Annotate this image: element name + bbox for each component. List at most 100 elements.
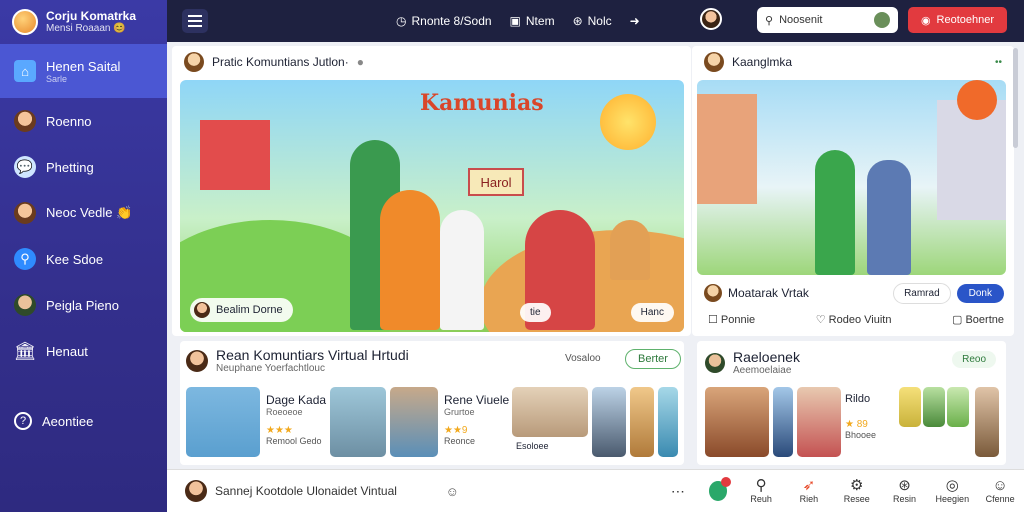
verified-icon: ●	[356, 55, 364, 69]
sidebar-item-label: Peigla Pieno	[46, 297, 119, 313]
community-panel: Rean Komuntiars Virtual Hrtudi Neuphane …	[180, 341, 684, 465]
globe-icon: ⊛	[572, 14, 583, 28]
right-community-subtitle: Aeemoelaiae	[733, 365, 792, 376]
member-photo[interactable]	[923, 387, 945, 427]
primary-button[interactable]: Donk	[956, 283, 1004, 303]
hero-chip[interactable]: tie	[520, 303, 551, 322]
sidebar-item-help[interactable]: ? Aeontiee	[0, 398, 167, 444]
user-avatar[interactable]	[700, 8, 722, 30]
member-photo[interactable]	[592, 387, 626, 457]
more-options-icon[interactable]: ⋯	[671, 483, 685, 500]
member-photo[interactable]	[512, 387, 588, 437]
hero-chip[interactable]: Hanc	[630, 303, 674, 322]
tab-3[interactable]: ⊛ Nolc	[573, 14, 612, 28]
community-header: Rean Komuntiars Virtual Hrtudi Neuphane …	[186, 347, 409, 374]
person-illustration	[867, 160, 911, 275]
primary-action-button[interactable]: ◉ Reotoehner	[908, 7, 1007, 33]
emoji-icon[interactable]: ☺	[446, 484, 459, 499]
member-name: Dage Kada	[266, 393, 327, 407]
member-photo[interactable]	[658, 387, 678, 457]
top-tabs: ◷ Rnonte 8/Sodn ▣ Ntem ⊛ Nolc ➜	[396, 14, 640, 28]
avatar	[874, 12, 890, 28]
member-photo[interactable]	[975, 387, 999, 457]
person-illustration	[380, 190, 440, 330]
follow-button[interactable]: Reoo	[952, 351, 996, 368]
hero-badge[interactable]: Bealim Dorne	[190, 298, 293, 322]
scrollbar[interactable]	[1013, 48, 1018, 148]
member-card[interactable]: Dage Kada Roeoeoe ★★★ Remool Gedo	[266, 393, 326, 446]
record-icon: ◉	[920, 14, 931, 27]
bottom-nav-profile[interactable]: ☺ Cfenne	[976, 478, 1024, 505]
tab-2[interactable]: ▣ Ntem	[510, 14, 555, 28]
tab-1[interactable]: ◷ Rnonte 8/Sodn	[396, 14, 492, 28]
avatar-icon	[14, 294, 36, 316]
outline-button[interactable]: Ramrad	[893, 282, 951, 304]
right-card-title: Kaanglmka	[732, 55, 793, 69]
sidebar-item-chat[interactable]: 💬 Phetting	[0, 144, 167, 190]
like-action[interactable]: ☐ Ponnie	[708, 313, 755, 326]
gear-icon: ⚙	[850, 477, 864, 494]
bottom-nav-search[interactable]: ⚲ Reuh	[737, 478, 785, 505]
bottom-nav-explore[interactable]: ➶ Rieh	[785, 478, 833, 505]
chat-icon: ◎	[945, 477, 959, 494]
member-photo[interactable]	[186, 387, 260, 457]
sidebar-item-profile[interactable]: Roenno	[0, 98, 167, 144]
share-action[interactable]: ▢ Boertne	[952, 313, 1004, 326]
top-bar: ◷ Rnonte 8/Sodn ▣ Ntem ⊛ Nolc ➜ ⚲ Noosenit …	[167, 0, 1024, 42]
home-icon: ⌂	[14, 60, 36, 82]
member-photo[interactable]	[390, 387, 438, 457]
arrow-icon[interactable]: ➜	[630, 14, 640, 28]
sidebar-item-home[interactable]: ⌂ Henen Saital Sarle	[0, 44, 167, 98]
sidebar-item-label: Henen Saital	[46, 58, 121, 74]
sidebar-item-bank[interactable]: 🏛 Henaut	[0, 328, 167, 374]
sidebar-item-label: Neoc Vedle 👏	[46, 205, 133, 220]
member-photo[interactable]	[330, 387, 386, 457]
person-illustration	[440, 210, 484, 330]
building	[697, 94, 757, 204]
member-photo[interactable]	[705, 387, 769, 457]
member-photo[interactable]	[899, 387, 921, 427]
more-icon[interactable]: ••	[995, 57, 1002, 68]
right-card-actions: ☐ Ponnie ♡ Rodeo Viuitn ▢ Boertne	[708, 313, 1004, 326]
brand-logo	[12, 9, 38, 35]
member-photo[interactable]	[947, 387, 969, 427]
member-card[interactable]: Rene Viuele Grurtoe ★★9 Reonce	[444, 393, 509, 446]
member-foot: Bhooee	[845, 430, 877, 440]
community-meta: Vosaloo	[565, 353, 601, 364]
hero-image[interactable]: Kamunias Harol Bealim Dorne tie Hanc	[180, 80, 684, 332]
search-input[interactable]: ⚲ Noosenit	[757, 7, 898, 33]
notification-icon[interactable]	[708, 477, 732, 501]
community-title: Rean Komuntiars Virtual Hrtudi	[216, 347, 409, 363]
sidebar: Corju Komatrka Mensi Roaaan 😊 ⌂ Henen Sa…	[0, 0, 167, 512]
right-card-image[interactable]	[697, 80, 1006, 275]
brand[interactable]: Corju Komatrka Mensi Roaaan 😊	[0, 0, 167, 44]
person-illustration	[815, 150, 855, 275]
sidebar-item-groups[interactable]: Peigla Pieno	[0, 282, 167, 328]
sidebar-item-people[interactable]: Neoc Vedle 👏	[0, 190, 167, 236]
right-community-header: Raeloenek Aeemoelaiae	[705, 349, 800, 376]
sidebar-item-label: Kee Sdoe	[46, 251, 104, 267]
member-photo[interactable]	[630, 387, 654, 457]
member-foot: Remool Gedo	[266, 436, 322, 446]
bottom-nav-chat[interactable]: ◎ Heegien	[928, 477, 976, 505]
community-subtitle: Neuphane Yoerfachtlouc	[216, 363, 325, 374]
feed-title: Pratic Komuntians Jutlon·	[212, 55, 349, 69]
hamburger-menu-button[interactable]	[182, 9, 208, 33]
member-name: Rildo	[845, 393, 871, 405]
sidebar-item-label: Phetting	[46, 159, 94, 175]
member-photo[interactable]	[797, 387, 841, 457]
composer-input[interactable]: Sannej Kootdole Ulonaidet Vintual	[215, 484, 436, 498]
bottom-nav-global[interactable]: ⊛ Resin	[881, 478, 929, 505]
avatar-icon	[14, 110, 36, 132]
sidebar-item-label: Roenno	[46, 113, 92, 129]
sidebar-item-search[interactable]: ⚲ Kee Sdoe	[0, 236, 167, 282]
member-card[interactable]: Rildo ★ 89 Bhooee	[845, 393, 876, 440]
follow-button[interactable]: Berter	[625, 349, 681, 369]
member-rating: ★★★	[266, 425, 293, 436]
member-photo[interactable]	[773, 387, 793, 457]
right-card-name: Moatarak Vrtak	[728, 286, 809, 300]
sidebar-item-sub: Sarle	[46, 73, 68, 84]
comment-action[interactable]: ♡ Rodeo Viuitn	[816, 313, 892, 326]
bottom-nav-settings[interactable]: ⚙ Resee	[833, 477, 881, 505]
bookmark-icon: ▣	[509, 14, 521, 28]
